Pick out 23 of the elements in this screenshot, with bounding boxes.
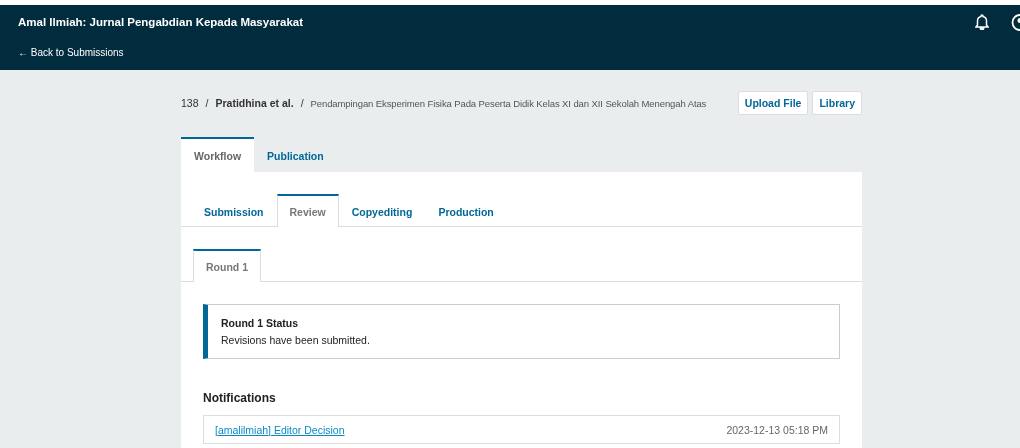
action-button[interactable]: Upload File bbox=[737, 91, 809, 115]
user-icon[interactable] bbox=[1011, 13, 1020, 31]
bell-icon[interactable] bbox=[975, 14, 989, 30]
back-link[interactable]: ← Back to Submissions bbox=[0, 45, 142, 60]
tab[interactable]: Workflow bbox=[181, 137, 255, 172]
notification-date: 2023-12-13 05:18 PM bbox=[726, 423, 828, 436]
stage-tab[interactable]: Copyediting bbox=[338, 194, 426, 227]
tab[interactable]: Publication bbox=[254, 137, 337, 172]
stage-tab[interactable]: Review bbox=[276, 194, 339, 227]
stage-tab[interactable]: Production bbox=[425, 194, 507, 227]
journal-title: Amal Ilmiah: Jurnal Pengabdian Kepada Masyarakat bbox=[18, 16, 305, 28]
submission-title: Pendampingan Eksperimen Fisika Pada Peserta Didik Kelas XI dan XII Sekolah Menengah Atas bbox=[310, 97, 708, 109]
notifications-heading: Notifications bbox=[203, 391, 277, 405]
submission-id: 138 bbox=[181, 97, 199, 109]
breadcrumb-separator: / bbox=[205, 97, 209, 109]
breadcrumb-separator: / bbox=[300, 97, 304, 109]
action-button[interactable]: Library bbox=[812, 91, 862, 115]
status-title: Round 1 Status bbox=[221, 317, 299, 329]
stage-tab[interactable]: Submission bbox=[191, 194, 277, 227]
status-message: Revisions have been submitted. bbox=[221, 334, 371, 346]
notification-link[interactable]: [amalilmiah] Editor Decision bbox=[215, 423, 345, 436]
submission-authors: Pratidhina et al. bbox=[215, 97, 294, 109]
round-tab[interactable]: Round 1 bbox=[193, 249, 261, 282]
